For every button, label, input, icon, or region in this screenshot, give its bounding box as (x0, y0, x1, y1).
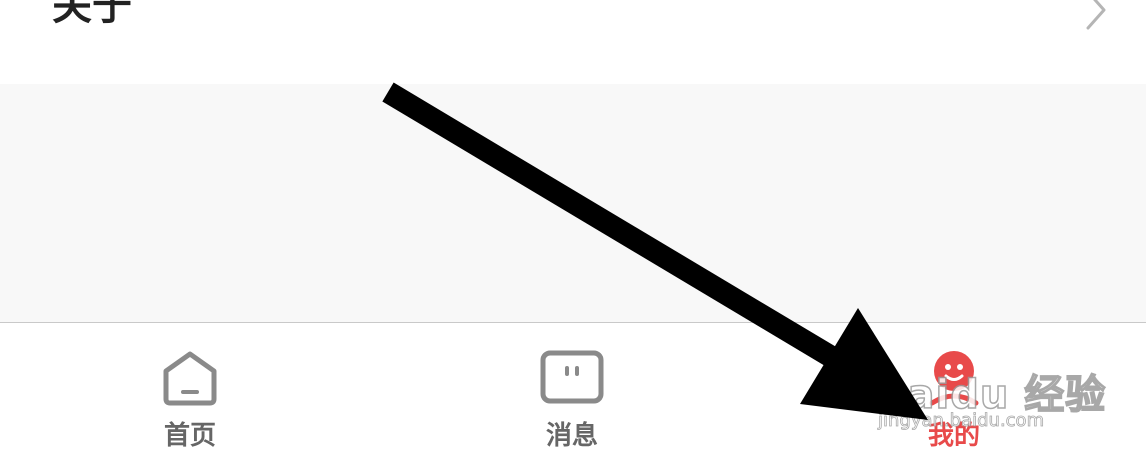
message-icon (540, 350, 604, 404)
tab-messages-label: 消息 (545, 421, 598, 451)
tab-home-label: 首页 (163, 421, 216, 451)
empty-content-area (0, 84, 1146, 323)
about-label: 关于 (52, 0, 132, 29)
tab-home[interactable]: 首页 (110, 323, 270, 459)
baidu-watermark: Baidu 经验 jingyan.baidu.com (875, 340, 1106, 440)
about-settings-row[interactable]: 关于 (0, 0, 1146, 84)
watermark-url: jingyan.baidu.com (878, 410, 1045, 432)
tab-messages[interactable]: 消息 (492, 323, 652, 459)
chevron-right-icon (1086, 0, 1106, 30)
home-icon (163, 351, 217, 406)
screen: 关于 首页 消息 我的 Baidu 经验 jingyan.baidu.com (0, 0, 1146, 459)
